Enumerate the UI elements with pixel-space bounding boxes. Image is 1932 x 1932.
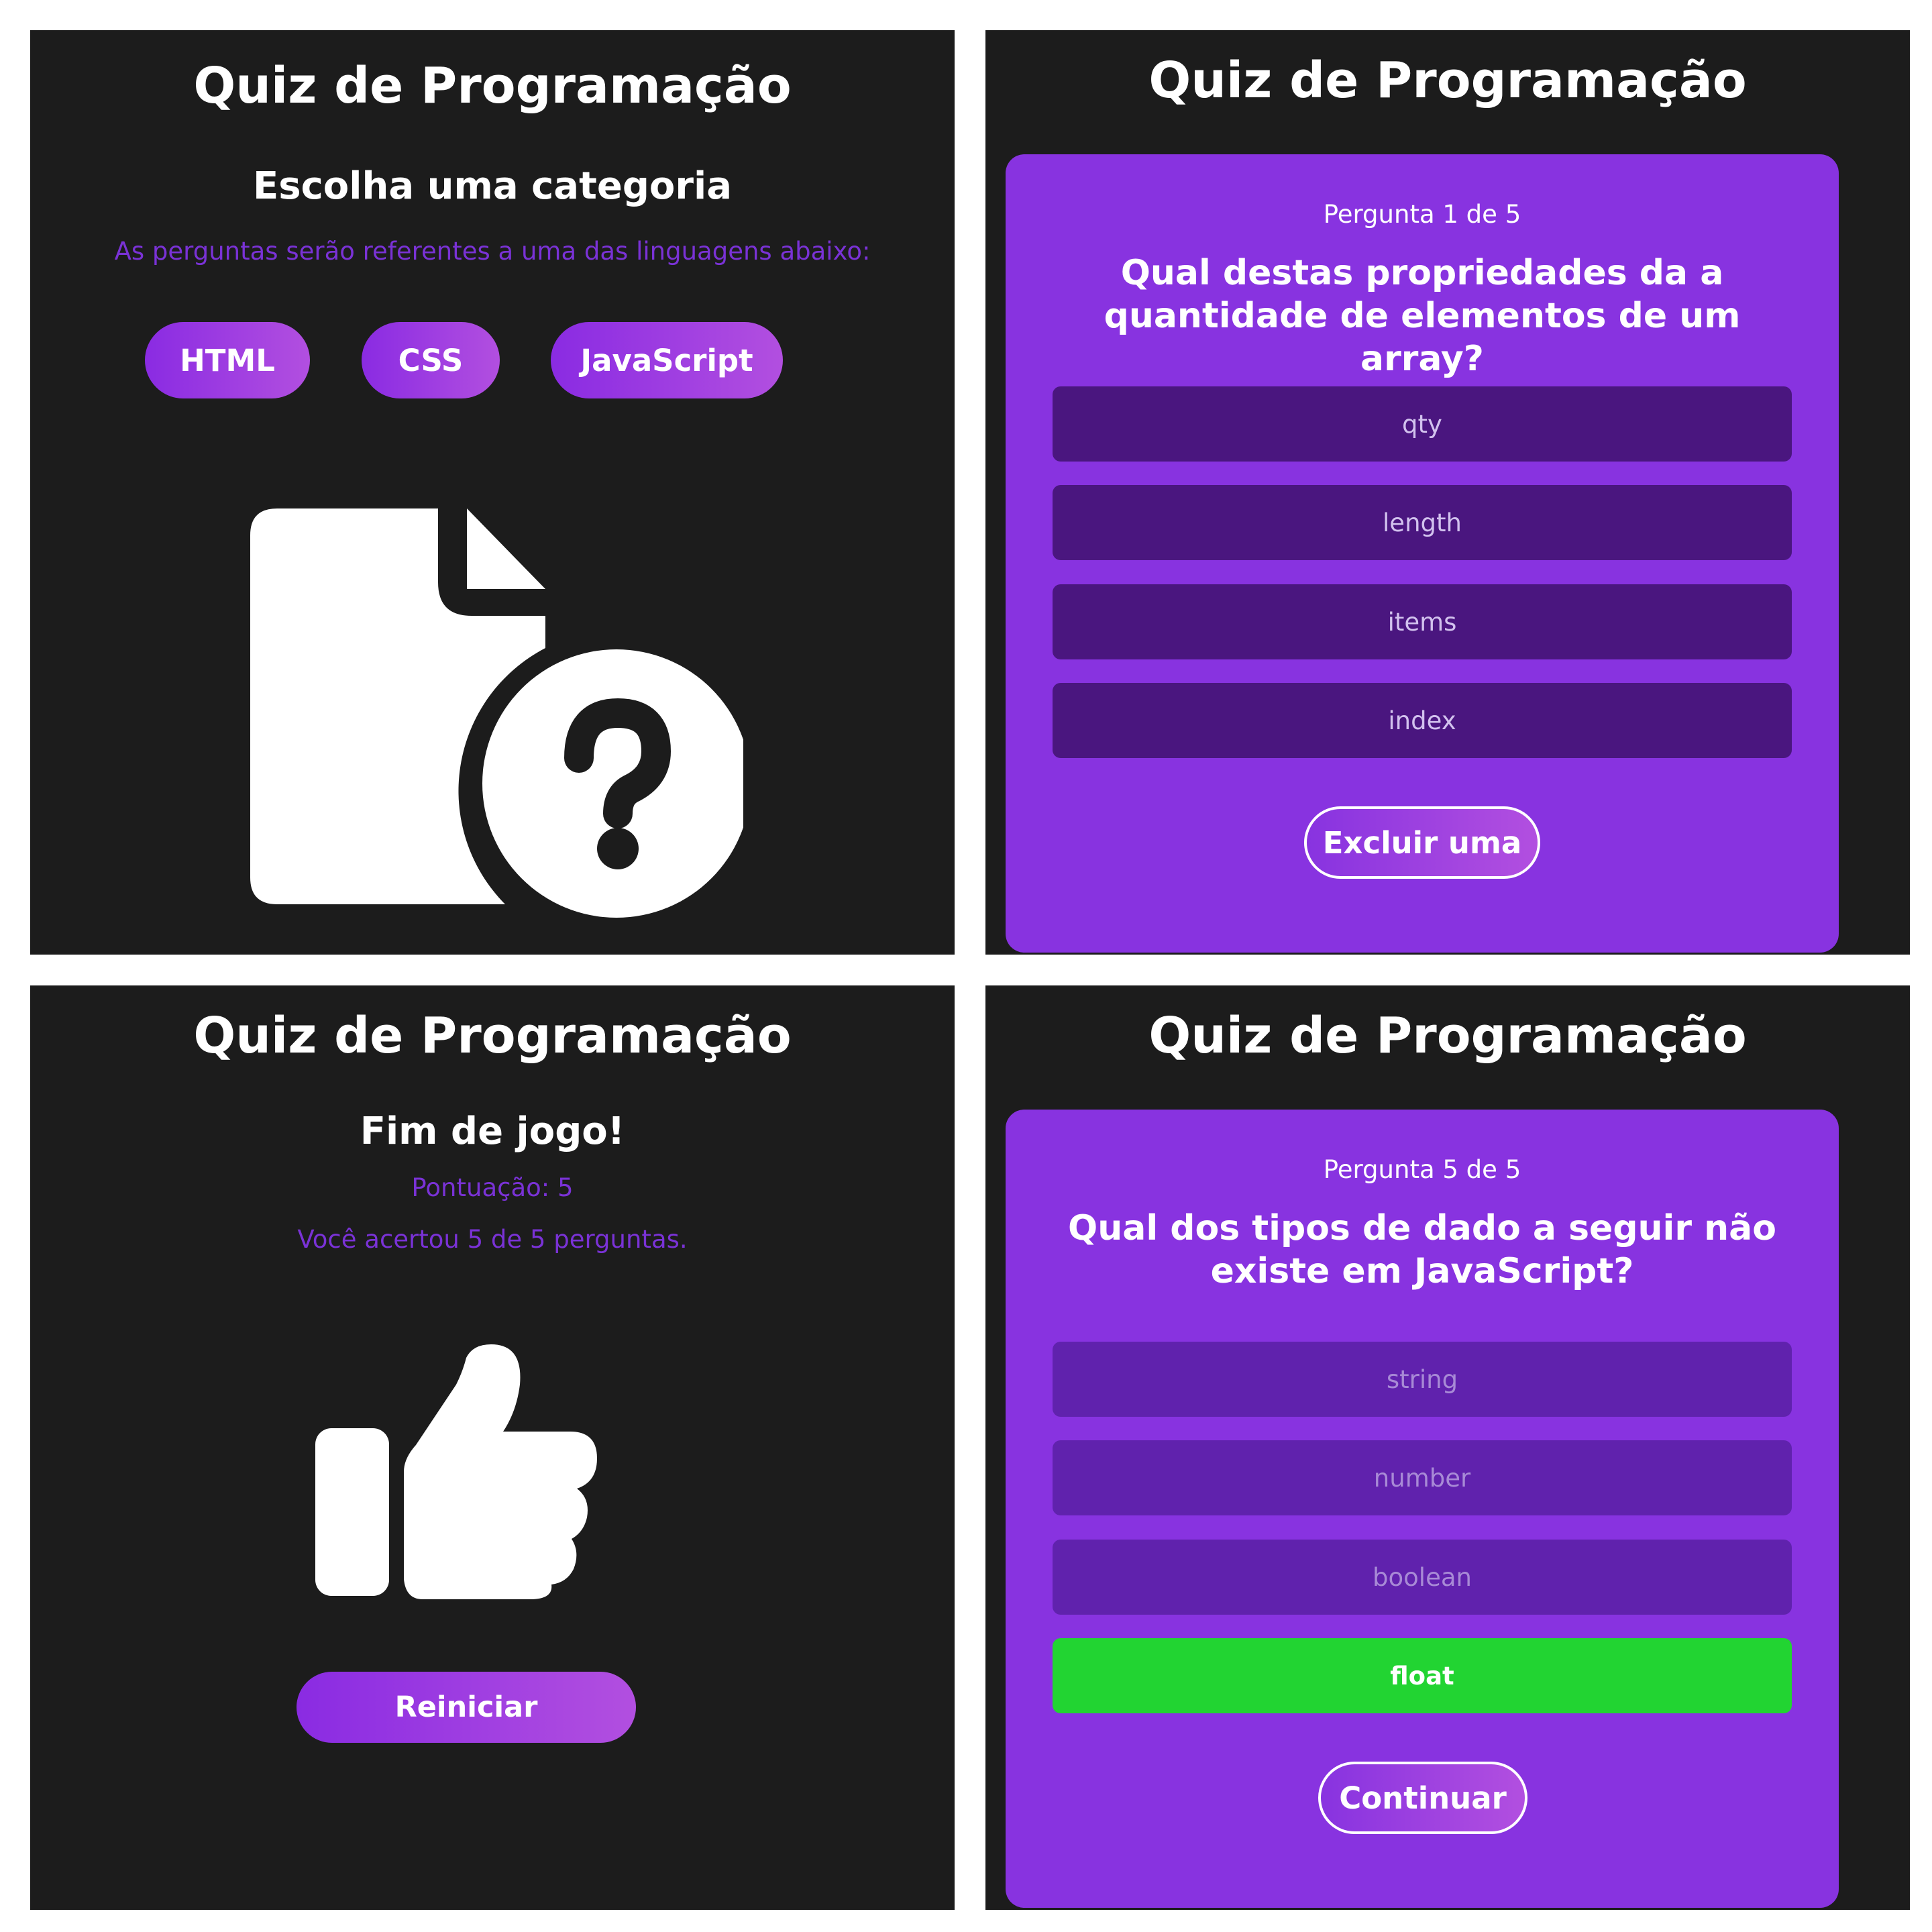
category-button-javascript[interactable]: JavaScript (551, 322, 783, 398)
end-heading: Fim de jogo! (360, 1110, 625, 1153)
question-text: Qual dos tipos de dado a seguir não exis… (1068, 1208, 1776, 1291)
question-text: Qual destas propriedades da a quantidade… (1104, 253, 1741, 379)
answer-option[interactable]: qty (1053, 386, 1792, 462)
score-text: Pontuação: 5 (411, 1173, 574, 1202)
question-counter: Pergunta 5 de 5 (1323, 1155, 1521, 1184)
question-screen-5: Quiz de Programação Pergunta 5 de 5 Qual… (985, 985, 1910, 1910)
question-screen-1: Quiz de Programação Pergunta 1 de 5 Qual… (985, 30, 1910, 955)
restart-button[interactable]: Reiniciar (297, 1672, 636, 1743)
exclude-one-button[interactable]: Excluir uma (1304, 806, 1540, 879)
page-title: Quiz de Programação (193, 1007, 792, 1065)
end-screen: Quiz de Programação Fim de jogo! Pontuaç… (30, 985, 955, 1910)
file-question-icon (250, 508, 743, 918)
category-button-css[interactable]: CSS (362, 322, 500, 398)
answer-option[interactable]: length (1053, 485, 1792, 560)
continue-button[interactable]: Continuar (1318, 1762, 1527, 1834)
question-counter: Pergunta 1 de 5 (1323, 200, 1521, 229)
answer-option-disabled: string (1053, 1342, 1792, 1417)
thumbs-up-icon (315, 1344, 597, 1599)
category-description: As perguntas serão referentes a uma das … (114, 237, 871, 266)
answer-option-disabled: boolean (1053, 1540, 1792, 1615)
category-heading: Escolha uma categoria (253, 164, 732, 208)
answer-option[interactable]: index (1053, 683, 1792, 758)
page-title: Quiz de Programação (193, 57, 792, 115)
question-card: Pergunta 5 de 5 Qual dos tipos de dado a… (1006, 1110, 1839, 1908)
question-card: Pergunta 1 de 5 Qual destas propriedades… (1006, 154, 1839, 953)
category-button-html[interactable]: HTML (145, 322, 310, 398)
answer-option-correct: float (1053, 1638, 1792, 1713)
answer-option[interactable]: items (1053, 584, 1792, 659)
page-title: Quiz de Programação (1148, 52, 1747, 109)
page-title: Quiz de Programação (1148, 1007, 1747, 1065)
summary-text: Você acertou 5 de 5 perguntas. (297, 1225, 688, 1254)
answer-option-disabled: number (1053, 1440, 1792, 1515)
category-screen: Quiz de Programação Escolha uma categori… (30, 30, 955, 955)
